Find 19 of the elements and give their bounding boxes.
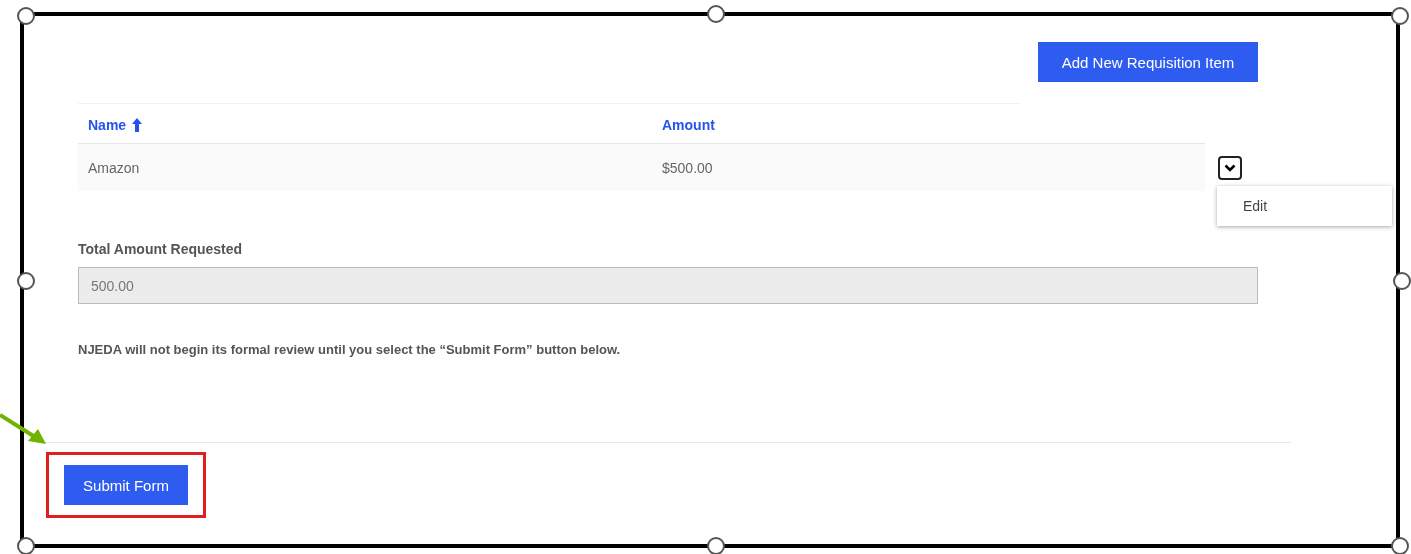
resize-handle[interactable] xyxy=(17,272,35,290)
column-header[interactable]: Name xyxy=(78,116,652,133)
column-header[interactable]: Amount xyxy=(652,116,1205,133)
resize-handle[interactable] xyxy=(707,5,725,23)
chevron-down-icon xyxy=(1224,164,1236,172)
table-cell-text: $500.00 xyxy=(661,159,714,176)
menu-item[interactable]: Edit xyxy=(1217,198,1268,214)
resize-handle[interactable] xyxy=(17,537,35,554)
row-menu-button[interactable] xyxy=(1218,156,1242,180)
resize-handle[interactable] xyxy=(17,7,35,25)
resize-handle[interactable] xyxy=(1393,272,1411,290)
field-label: Total Amount Requested xyxy=(78,241,244,257)
resize-handle[interactable] xyxy=(1391,7,1409,25)
add-item-button[interactable]: Add New Requisition Item xyxy=(1038,42,1258,82)
resize-handle[interactable] xyxy=(707,537,725,554)
notice-text: NJEDA will not begin its formal review until you select the “Submit Form” button below. xyxy=(78,342,622,357)
submit-button[interactable]: Submit Form xyxy=(64,465,188,505)
table-cell-text: Amazon xyxy=(87,159,141,176)
resize-handle[interactable] xyxy=(1391,537,1409,554)
